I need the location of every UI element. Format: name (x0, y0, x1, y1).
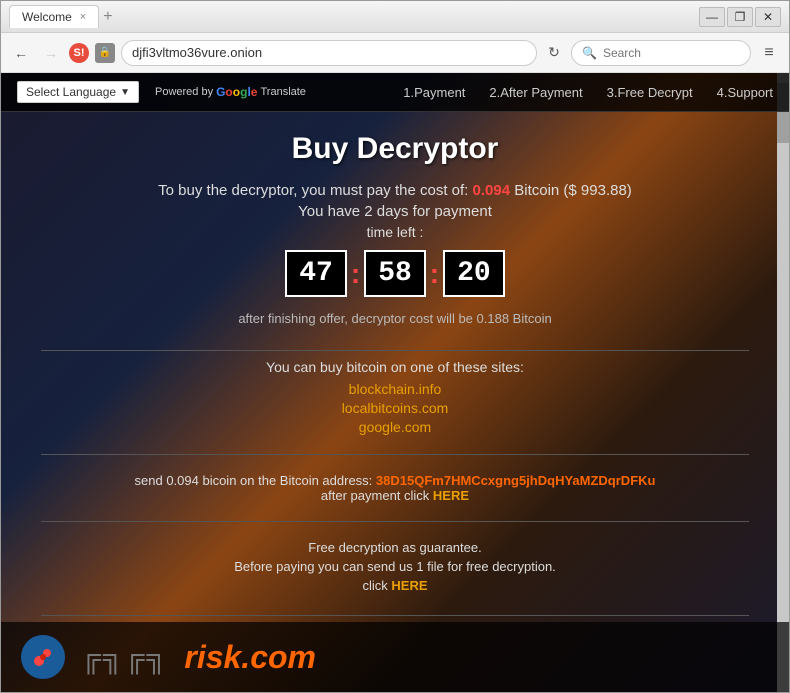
site-link-google[interactable]: google.com (266, 419, 524, 435)
tab-title: Welcome (22, 10, 72, 24)
payment-days: You have 2 days for payment (298, 203, 492, 220)
powered-by: Powered by Google Translate (155, 85, 306, 99)
minimize-button[interactable]: — (699, 7, 725, 27)
forward-button[interactable]: → (39, 41, 63, 65)
price-value: 0.094 (473, 182, 511, 199)
send-text-label: send 0.094 bicoin on the Bitcoin address… (135, 473, 373, 488)
translate-text: Translate (260, 86, 305, 98)
nav-links: 1.Payment 2.After Payment 3.Free Decrypt… (403, 85, 773, 100)
menu-button[interactable]: ≡ (757, 41, 781, 65)
price-text: To buy the decryptor, you must pay the c… (158, 182, 632, 199)
language-label: Select Language (26, 85, 116, 99)
page-content: Select Language ▼ Powered by Google Tran… (1, 73, 789, 692)
price-usd: Bitcoin ($ 993.88) (514, 182, 632, 199)
price-text-before: To buy the decryptor, you must pay the c… (158, 182, 468, 199)
search-icon: 🔍 (582, 46, 597, 60)
countdown-timer: 47 : 58 : 20 (285, 250, 504, 297)
send-text: send 0.094 bicoin on the Bitcoin address… (135, 473, 656, 488)
timer-minutes: 58 (364, 250, 426, 297)
after-payment-label: after payment click (321, 488, 429, 503)
divider-4 (41, 615, 749, 616)
google-logo: Google (216, 85, 257, 99)
back-button[interactable]: ← (9, 41, 33, 65)
window-controls: — ❐ ✕ (699, 7, 781, 27)
close-button[interactable]: ✕ (755, 7, 781, 27)
timer-colon-2: : (430, 258, 439, 290)
address-bar: ← → S! 🔒 djfi3vltmo36vure.onion ↻ 🔍 ≡ (1, 33, 789, 73)
payment-here-link[interactable]: HERE (433, 488, 469, 503)
browser-window: Welcome × + — ❐ ✕ ← → S! 🔒 djfi3vltmo36v… (0, 0, 790, 693)
tab-close-btn[interactable]: × (80, 11, 86, 23)
risk-text: risk.com (184, 639, 316, 676)
free-click-label: click (362, 578, 387, 593)
watermark-logo: ╔╗╔╗ (81, 641, 168, 673)
site-link-blockchain[interactable]: blockchain.info (266, 381, 524, 397)
language-select[interactable]: Select Language ▼ (17, 81, 139, 103)
url-text: djfi3vltmo36vure.onion (132, 45, 262, 60)
buy-sites-title: You can buy bitcoin on one of these site… (266, 359, 524, 375)
s-logo: S! (69, 43, 89, 63)
buy-sites: You can buy bitcoin on one of these site… (266, 359, 524, 438)
free-text-1: Free decryption as guarantee. (234, 540, 556, 555)
free-here-link[interactable]: HERE (391, 578, 427, 593)
timer-hours: 47 (285, 250, 347, 297)
send-section: send 0.094 bicoin on the Bitcoin address… (135, 473, 656, 503)
divider-3 (41, 521, 749, 522)
new-tab-btn[interactable]: + (103, 8, 112, 26)
nav-after-payment[interactable]: 2.After Payment (489, 85, 582, 100)
url-input[interactable]: djfi3vltmo36vure.onion (121, 40, 537, 66)
browser-tab[interactable]: Welcome × (9, 5, 99, 28)
page-title: Buy Decryptor (292, 132, 499, 166)
title-bar: Welcome × + — ❐ ✕ (1, 1, 789, 33)
divider-2 (41, 454, 749, 455)
dropdown-arrow-icon: ▼ (120, 87, 130, 98)
free-click-text: click HERE (234, 578, 556, 593)
shield-icon: 🔒 (95, 43, 115, 63)
risk-icon (21, 635, 65, 679)
search-box[interactable]: 🔍 (571, 40, 751, 66)
time-left-label: time left : (367, 224, 424, 240)
site-link-localbitcoins[interactable]: localbitcoins.com (266, 400, 524, 416)
nav-free-decrypt[interactable]: 3.Free Decrypt (607, 85, 693, 100)
nav-payment[interactable]: 1.Payment (403, 85, 465, 100)
restore-button[interactable]: ❐ (727, 7, 753, 27)
timer-seconds: 20 (443, 250, 505, 297)
search-input[interactable] (603, 46, 740, 60)
watermark: ╔╗╔╗ risk.com (1, 622, 789, 692)
bitcoin-address: 38D15QFm7HMCcxgng5jhDqHYaMZDqrDFKu (376, 473, 656, 488)
after-payment-text: after payment click HERE (135, 488, 656, 503)
timer-colon-1: : (351, 258, 360, 290)
main-content: Buy Decryptor To buy the decryptor, you … (1, 112, 789, 692)
refresh-button[interactable]: ↻ (543, 42, 565, 64)
free-text-2: Before paying you can send us 1 file for… (234, 559, 556, 574)
free-section: Free decryption as guarantee. Before pay… (234, 540, 556, 597)
nav-support[interactable]: 4.Support (717, 85, 773, 100)
divider-1 (41, 350, 749, 351)
after-offer-text: after finishing offer, decryptor cost wi… (238, 311, 551, 326)
site-nav: Select Language ▼ Powered by Google Tran… (1, 73, 789, 112)
powered-text: Powered by (155, 86, 213, 98)
